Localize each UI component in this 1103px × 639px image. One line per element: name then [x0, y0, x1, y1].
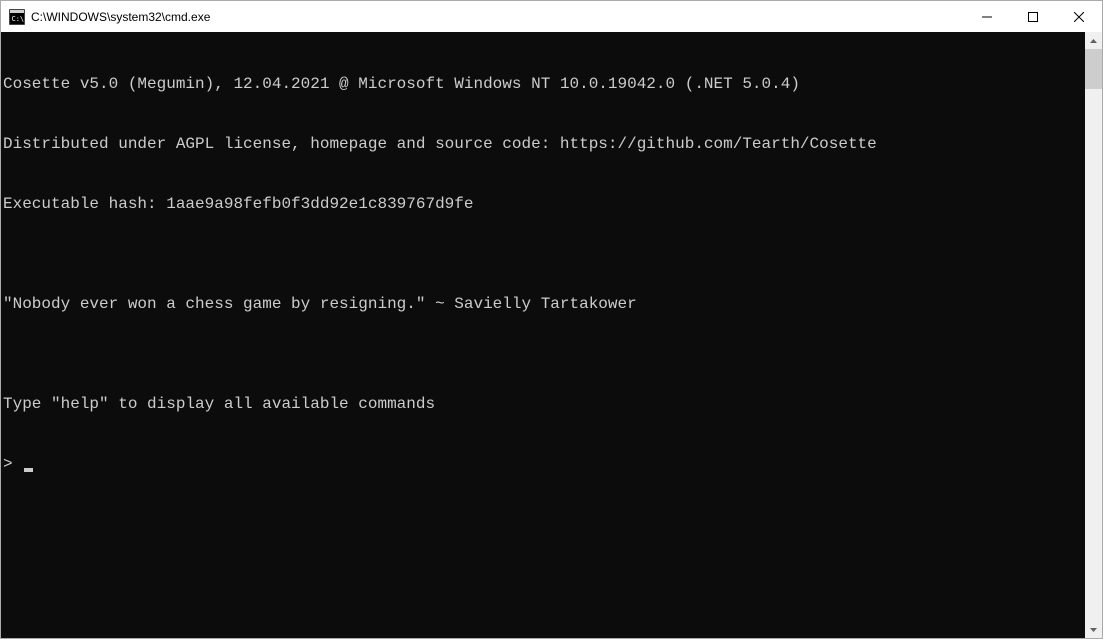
content-area: Cosette v5.0 (Megumin), 12.04.2021 @ Mic… — [1, 32, 1102, 638]
titlebar[interactable]: C:\ C:\WINDOWS\system32\cmd.exe — [1, 1, 1102, 32]
scroll-track[interactable] — [1085, 49, 1102, 621]
window-controls — [964, 1, 1102, 32]
vertical-scrollbar[interactable] — [1085, 32, 1102, 638]
prompt-line[interactable]: > — [3, 454, 1085, 474]
svg-text:C:\: C:\ — [12, 15, 25, 23]
maximize-button[interactable] — [1010, 1, 1056, 32]
scroll-up-arrow-icon[interactable] — [1085, 32, 1102, 49]
terminal-line: Executable hash: 1aae9a98fefb0f3dd92e1c8… — [3, 194, 1085, 214]
scroll-down-arrow-icon[interactable] — [1085, 621, 1102, 638]
prompt-symbol: > — [3, 454, 22, 474]
terminal-line: Cosette v5.0 (Megumin), 12.04.2021 @ Mic… — [3, 74, 1085, 94]
window-title: C:\WINDOWS\system32\cmd.exe — [31, 10, 964, 24]
terminal-line: Distributed under AGPL license, homepage… — [3, 134, 1085, 154]
terminal-output[interactable]: Cosette v5.0 (Megumin), 12.04.2021 @ Mic… — [1, 32, 1085, 638]
text-cursor — [24, 468, 33, 472]
terminal-line: Type "help" to display all available com… — [3, 394, 1085, 414]
terminal-line: "Nobody ever won a chess game by resigni… — [3, 294, 1085, 314]
cmd-icon: C:\ — [9, 9, 25, 25]
cmd-window: C:\ C:\WINDOWS\system32\cmd.exe Cosette … — [0, 0, 1103, 639]
close-button[interactable] — [1056, 1, 1102, 32]
scroll-thumb[interactable] — [1085, 49, 1102, 89]
minimize-button[interactable] — [964, 1, 1010, 32]
